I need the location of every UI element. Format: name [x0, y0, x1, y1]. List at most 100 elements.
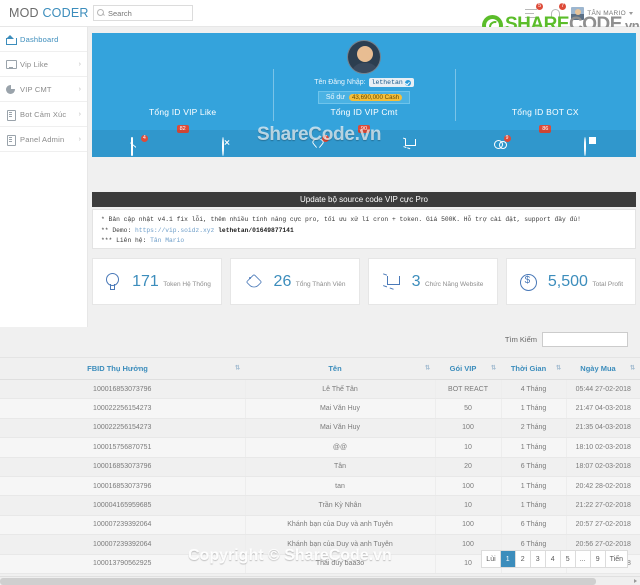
- banner-icon-strip: 4 7 9: [92, 130, 636, 157]
- pagination-ellipsis: ...: [576, 551, 591, 567]
- banner-action-cart[interactable]: [364, 138, 455, 149]
- sidebar-item-dashboard[interactable]: Dashboard: [0, 27, 87, 52]
- column-header-ten[interactable]: Tên ⇅: [245, 357, 435, 380]
- pagination-page-3[interactable]: 3: [531, 551, 546, 567]
- pagination: Lùi 1 2 3 4 5 ... 9 Tiến: [481, 550, 628, 568]
- mask-badge: 9: [503, 135, 511, 142]
- sort-icon: ⇅: [424, 365, 430, 371]
- table-row[interactable]: 100016853073796 Lê Thế Tân BOT REACT 4 Thán…: [0, 379, 640, 400]
- notice-line-3: *** Liên hệ: Tân Mario: [101, 236, 627, 247]
- stat-card-label: Total Profit: [592, 280, 624, 288]
- banner-action-ban[interactable]: [183, 137, 274, 156]
- demo-link[interactable]: https://vip.soidz.xyz: [135, 227, 214, 234]
- cell-fbid: 100004165959685: [0, 495, 246, 516]
- table-header-row: FBID Thụ Hưởng ⇅ Tên ⇅ Gói VIP ⇅ Thời Gi…: [0, 357, 640, 380]
- notice-contact-label: *** Liên hệ:: [101, 237, 151, 244]
- sidebar-item-label: Bot Cảm Xúc: [20, 109, 67, 119]
- stat-card-value: 171: [132, 272, 159, 290]
- top-bar-actions: 5 7 TÂN MARIO: [525, 0, 640, 27]
- notice-line-2: ** Demo: https://vip.soidz.xyz lethetan/…: [101, 226, 627, 237]
- table-search-input[interactable]: [542, 332, 628, 347]
- column-label: FBID Thụ Hưởng: [87, 364, 148, 373]
- sidebar-item-label: VIP CMT: [20, 84, 52, 94]
- stat-card-features: 3 Chức Năng Website: [368, 258, 498, 305]
- cell-ten: Mai Văn Huy: [245, 418, 436, 439]
- horizontal-scrollbar[interactable]: [0, 576, 640, 585]
- heart-badge: 7: [322, 135, 330, 142]
- pagination-page-4[interactable]: 4: [546, 551, 561, 567]
- banner-stat-title: Tổng ID VIP Like: [149, 107, 217, 117]
- banner-action-likes[interactable]: 7: [273, 135, 364, 149]
- clock-icon: [584, 137, 587, 156]
- cell-fbid: 100022256154273: [0, 398, 246, 419]
- table-row[interactable]: 100016853073796 tan 100 1 Tháng 20:42 28-02-…: [0, 476, 640, 497]
- sidebar-item-panel-admin[interactable]: Panel Admin ›: [0, 127, 87, 152]
- scroll-right-arrow-icon[interactable]: [634, 579, 637, 583]
- pagination-next[interactable]: Tiến: [606, 551, 627, 567]
- table-row[interactable]: 100022256154273 Mai Văn Huy 100 2 Tháng 21:3…: [0, 418, 640, 439]
- table-body: 100016853073796 Lê Thế Tân BOT REACT 4 Thán…: [0, 379, 640, 574]
- search-icon: [97, 8, 106, 18]
- banner-stat-title: Tổng ID BOT CX: [511, 107, 579, 117]
- column-header-goi-vip[interactable]: Gói VIP ⇅: [435, 357, 501, 380]
- pie-icon: [6, 84, 15, 94]
- column-header-ngay-mua[interactable]: Ngày Mua ⇅: [566, 357, 640, 380]
- stat-cards: 171 Token Hệ Thống 26 Tổng Thành Viên 3 …: [92, 258, 636, 305]
- table-row[interactable]: 100016853073796 Tân 20 6 Tháng 18:07 02-03-2…: [0, 457, 640, 477]
- banner-action-clock[interactable]: [545, 137, 636, 156]
- user-menu[interactable]: TÂN MARIO: [571, 6, 633, 20]
- cell-ten: Lê Thế Tân: [245, 379, 436, 400]
- table-head: FBID Thụ Hưởng ⇅ Tên ⇅ Gói VIP ⇅ Thời Gi…: [0, 357, 640, 380]
- column-header-fbid[interactable]: FBID Thụ Hưởng ⇅: [0, 357, 245, 380]
- pagination-page-1[interactable]: 1: [500, 551, 516, 567]
- cell-thoi-gian: 4 Tháng: [501, 379, 567, 400]
- bulb-icon: [103, 273, 120, 290]
- sidebar-item-bot-cam-xuc[interactable]: Bot Cảm Xúc ›: [0, 102, 87, 127]
- tag-icon: [245, 273, 262, 290]
- orders-table-section: Tìm Kiếm FBID Thụ Hưởng ⇅ Tên ⇅ Gói VIP: [0, 327, 640, 585]
- global-search[interactable]: [93, 5, 193, 21]
- table-row[interactable]: 100015756870751 @@ 10 1 Tháng 18:10 02-03-20…: [0, 437, 640, 458]
- login-label: Tên Đăng Nhập:: [314, 79, 366, 86]
- contact-link[interactable]: Tân Mario: [150, 237, 184, 244]
- search-input[interactable]: [108, 8, 189, 18]
- scrollbar-thumb[interactable]: [0, 578, 596, 585]
- balance-pill: Số dư 43,690,000 Cash: [317, 91, 411, 104]
- banner-action-messages[interactable]: 4: [92, 135, 183, 156]
- pagination-page-2[interactable]: 2: [516, 551, 531, 567]
- column-header-thoi-gian[interactable]: Thời Gian ⇅: [501, 357, 566, 380]
- sidebar-item-vip-cmt[interactable]: VIP CMT ›: [0, 77, 87, 102]
- sidebar-item-label: Dashboard: [20, 34, 59, 44]
- table-row[interactable]: 100007239392064 Khánh bạn của Duy và anh …: [0, 515, 640, 536]
- cell-ngay-mua: 20:57 27-02-2018: [566, 515, 640, 536]
- pagination-page-5[interactable]: 5: [561, 551, 576, 567]
- banner-action-mask[interactable]: 9: [455, 135, 546, 149]
- cell-goi-vip: 20: [435, 457, 502, 477]
- cell-ten: @@: [245, 437, 436, 458]
- sidebar-item-vip-like[interactable]: Vip Like ›: [0, 52, 87, 77]
- cell-fbid: 100016853073796: [0, 457, 246, 477]
- cell-thoi-gian: 2 Tháng: [501, 418, 567, 439]
- dashboard-page: MOD CODER 5 7 TÂN MARIO SHARECODE: [0, 0, 640, 585]
- notice-demo-label: ** Demo:: [101, 226, 136, 234]
- pagination-page-9[interactable]: 9: [591, 551, 606, 567]
- cell-ten: Mai Văn Huy: [245, 398, 436, 419]
- table-row[interactable]: 100022256154273 Mai Văn Huy 50 1 Tháng 21:47…: [0, 398, 640, 419]
- cell-goi-vip: 100: [435, 515, 502, 536]
- tasks-menu-button[interactable]: 5: [525, 3, 544, 20]
- stat-card-profit: 5,500 Total Profit: [506, 258, 636, 305]
- pagination-prev[interactable]: Lùi: [482, 551, 501, 567]
- cell-thoi-gian: 1 Tháng: [501, 495, 567, 516]
- brand-coder: CODER: [42, 6, 89, 20]
- doc-icon: [6, 109, 16, 121]
- cell-fbid: 100022256154273: [0, 418, 246, 439]
- table-row[interactable]: 100004165959685 Trần Kỳ Nhân 10 1 Tháng 21:2…: [0, 495, 640, 516]
- cell-fbid: 100016853073796: [0, 379, 246, 400]
- table-search: Tìm Kiếm: [505, 332, 628, 347]
- table-search-label: Tìm Kiếm: [504, 335, 537, 344]
- cell-thoi-gian: 6 Tháng: [501, 515, 567, 536]
- notifications-menu-button[interactable]: 7: [548, 3, 567, 20]
- update-bar-title: Update bộ source code VIP cực Pro: [92, 192, 636, 207]
- notifications-badge: 7: [559, 3, 567, 10]
- cell-goi-vip: 100: [435, 418, 502, 439]
